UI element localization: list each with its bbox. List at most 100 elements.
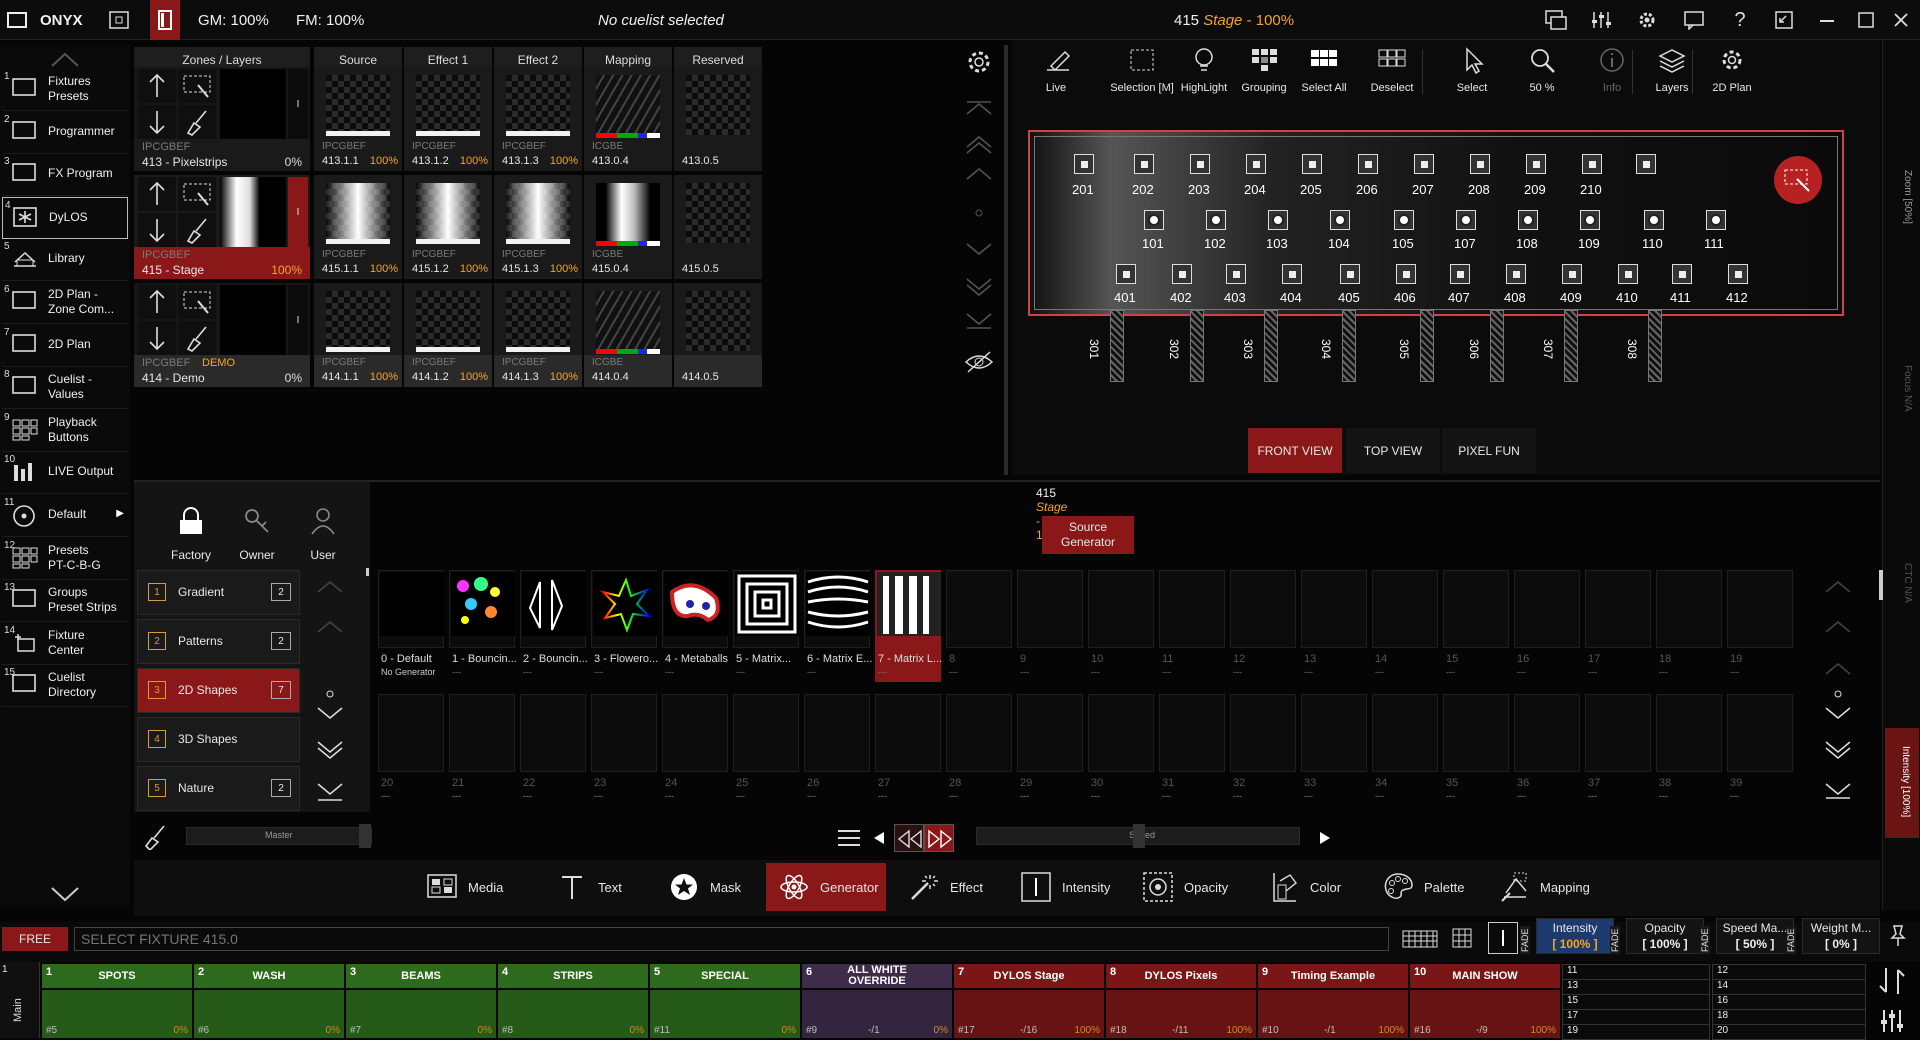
mini-playback-12[interactable]: 12 (1712, 964, 1866, 980)
pin-icon[interactable] (1888, 924, 1908, 948)
plan-tool-select-all[interactable]: Select All (1294, 44, 1354, 100)
truss-303[interactable] (1264, 310, 1278, 382)
fixture-403[interactable] (1226, 264, 1246, 284)
playback-body[interactable]: #11 0% (650, 990, 800, 1038)
filter-owner[interactable]: Owner (232, 506, 282, 566)
category-scrollbar[interactable] (366, 568, 369, 576)
fixture-105[interactable] (1394, 210, 1414, 230)
fixture-109[interactable] (1580, 210, 1600, 230)
generator-slot-19[interactable]: 19 --- (1727, 570, 1793, 677)
playback-7[interactable]: 7 DYLOS Stage #17 -/16 100% (954, 964, 1104, 1038)
plan-tool-pointer[interactable]: Select (1442, 44, 1502, 100)
fixture-104[interactable] (1330, 210, 1350, 230)
mixer-icon[interactable] (1588, 8, 1614, 32)
main-page[interactable]: 1 Main (0, 962, 40, 1038)
playback-body[interactable]: #5 0% (42, 990, 192, 1038)
hide-icon[interactable] (964, 350, 994, 374)
sidebar-item-8[interactable]: 9 Playback Buttons (2, 410, 128, 452)
tab-effect[interactable]: Effect (908, 863, 983, 911)
selection-tool-button[interactable] (1774, 156, 1822, 204)
tab-media[interactable]: Media (426, 863, 503, 911)
playback-body[interactable]: #10 -/1 100% (1258, 990, 1408, 1038)
playback-10[interactable]: 10 MAIN SHOW #16 -/9 100% (1410, 964, 1560, 1038)
stage-area[interactable]: 201 202 203 204 205 206 207 208 209 210 101 102 103 1… (1028, 130, 1844, 316)
tab-generator[interactable]: Generator (766, 863, 886, 911)
generator-slot-9[interactable]: 9 --- (1017, 570, 1083, 677)
view-front-view[interactable]: FRONT VIEW (1248, 428, 1342, 473)
message-icon[interactable] (1681, 8, 1707, 32)
rewind-button[interactable] (894, 824, 924, 852)
playback-1[interactable]: 1 SPOTS #5 0% (42, 964, 192, 1038)
generator-slot-22[interactable]: 22 --- (520, 694, 586, 801)
generator-slot-10[interactable]: 10 --- (1088, 570, 1154, 677)
plan-tool-gear[interactable]: 2D Plan (1702, 44, 1762, 100)
category-nav-down2-icon[interactable] (314, 738, 346, 762)
playback-6[interactable]: 6 ALL WHITE OVERRIDE #9 -/1 0% (802, 964, 952, 1038)
generator-slot-11[interactable]: 11 --- (1159, 570, 1225, 677)
list-icon[interactable] (836, 828, 862, 848)
slot-nav-up2-icon[interactable] (1822, 578, 1854, 602)
generator-slot-12[interactable]: 12 --- (1230, 570, 1296, 677)
fixture-101[interactable] (1144, 210, 1164, 230)
window-icon[interactable] (4, 8, 30, 32)
generator-slot-7[interactable]: 7 - Matrix L... --- (875, 570, 942, 682)
playback-header[interactable]: 1 SPOTS (42, 964, 192, 988)
generator-slot-26[interactable]: 26 --- (804, 694, 870, 801)
layer-cell[interactable]: IPCGBEF 414.1.1 100% (314, 283, 402, 387)
command-input[interactable] (74, 927, 1389, 951)
generator-slot-5[interactable]: 5 - Matrix... --- (733, 570, 799, 677)
fixture-405[interactable] (1340, 264, 1360, 284)
playback-header[interactable]: 6 ALL WHITE OVERRIDE (802, 964, 952, 988)
view-top-view[interactable]: TOP VIEW (1346, 428, 1440, 473)
playback-5[interactable]: 5 SPECIAL #11 0% (650, 964, 800, 1038)
playback-header[interactable]: 10 MAIN SHOW (1410, 964, 1560, 988)
generator-slot-33[interactable]: 33 --- (1301, 694, 1367, 801)
truss-308[interactable] (1648, 310, 1662, 382)
layer-cell[interactable]: IPCGBEF 415.1.1 100% (314, 175, 402, 279)
category-nav-up2-icon[interactable] (314, 578, 346, 602)
layer-cell[interactable]: 413.0.5 (674, 67, 762, 171)
layer-cell[interactable]: IPCGBEF 415.1.2 100% (404, 175, 492, 279)
fixture-412[interactable] (1728, 264, 1748, 284)
filter-user[interactable]: User (298, 506, 348, 566)
fixture-208[interactable] (1470, 154, 1490, 174)
fader-1[interactable]: Opacity [ 100% ] (1626, 918, 1704, 954)
free-badge[interactable]: FREE (2, 927, 68, 951)
generator-slot-6[interactable]: 6 - Matrix E... --- (804, 570, 872, 677)
mini-playback-16[interactable]: 16 (1712, 994, 1866, 1010)
plan-tool-grouping[interactable]: Grouping (1234, 44, 1294, 100)
fixture-408[interactable] (1506, 264, 1526, 284)
help-icon[interactable]: ? (1727, 8, 1753, 32)
playback-body[interactable]: #17 -/16 100% (954, 990, 1104, 1038)
slot-nav-up1-icon[interactable] (1822, 618, 1854, 642)
playback-2[interactable]: 2 WASH #6 0% (194, 964, 344, 1038)
category-nav-down1-icon[interactable] (314, 704, 346, 728)
fixture-205[interactable] (1302, 154, 1322, 174)
playback-header[interactable]: 4 STRIPS (498, 964, 648, 988)
fixture-103[interactable] (1268, 210, 1288, 230)
close-icon[interactable] (1888, 8, 1914, 32)
sidebar-item-2[interactable]: 3 FX Program (2, 154, 128, 197)
plan-tool-bulb[interactable]: HighLight (1174, 44, 1234, 100)
focus-encoder-label[interactable]: Focus N/A (1902, 365, 1913, 412)
category-nav-up1-icon[interactable] (314, 618, 346, 642)
playback-body[interactable]: #7 0% (346, 990, 496, 1038)
sidebar-item-10[interactable]: 11 Default ▶ (2, 495, 128, 537)
screen-icon[interactable] (106, 8, 132, 32)
zoom-encoder-label[interactable]: Zoom [50%] (1902, 170, 1913, 224)
fader-2[interactable]: Speed Ma... [ 50% ] (1716, 918, 1794, 954)
move-up-icon[interactable] (138, 177, 176, 211)
generator-slot-0[interactable]: 0 - Default No Generator (378, 570, 444, 677)
sidebar-item-3[interactable]: 4 DyLOS (2, 196, 128, 239)
layer-cell[interactable]: ICGBE 415.0.4 (584, 175, 672, 279)
generator-slot-29[interactable]: 29 --- (1017, 694, 1083, 801)
fixture-401[interactable] (1116, 264, 1136, 284)
fader-3[interactable]: Weight M... [ 0% ] (1802, 918, 1880, 954)
fader-list-icon[interactable] (1878, 1006, 1906, 1036)
generator-slot-16[interactable]: 16 --- (1514, 570, 1580, 677)
sidebar-item-5[interactable]: 6 2D Plan - Zone Com... (2, 282, 128, 324)
truss-302[interactable] (1190, 310, 1204, 382)
blackout-button[interactable] (150, 0, 180, 40)
plan-tool-zoom[interactable]: 50 % (1512, 44, 1572, 100)
fixture-406[interactable] (1396, 264, 1416, 284)
